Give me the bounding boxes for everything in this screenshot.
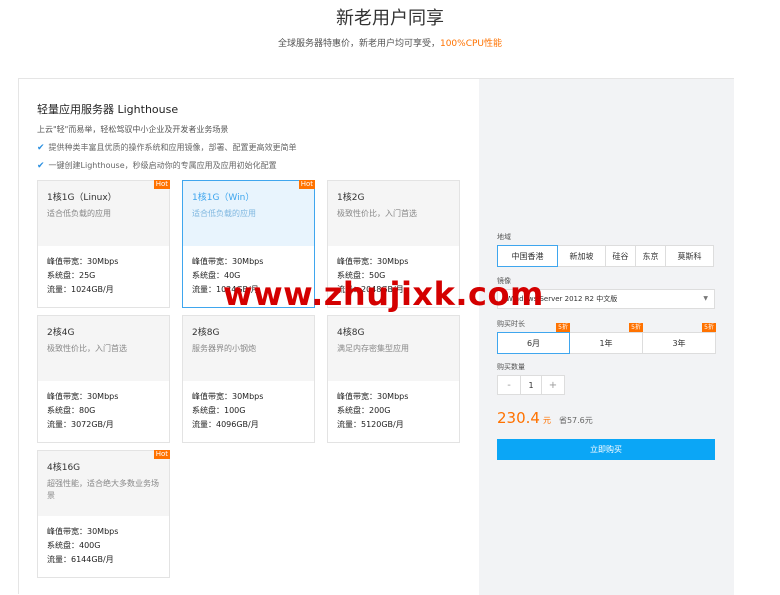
plan-card-4c16g[interactable]: 4核16G 超强性能，适合绝大多数业务场景 Hot 峰值带宽：30Mbps 系统…	[37, 450, 170, 578]
product-desc: 上云"轻"而易举，轻松驾驭中小企业及开发者业务场景	[37, 125, 229, 134]
region-label: 地域	[497, 233, 511, 241]
price-value: 230.4	[497, 409, 540, 427]
watermark: www.zhujixk.com	[223, 275, 544, 313]
plan-traffic: 流量：6144GB/月	[47, 555, 114, 564]
plan-desc: 适合低负载的应用	[47, 209, 111, 218]
feature-text: 提供种类丰富且优质的操作系统和应用镜像，部署、配置更高效更简单	[48, 143, 297, 152]
plan-name: 1核1G（Linux）	[47, 193, 117, 203]
duration-label: 购买时长	[497, 320, 525, 328]
hot-badge: Hot	[153, 450, 170, 459]
plan-disk: 系统盘：25G	[47, 271, 96, 280]
plan-name: 1核1G（Win）	[192, 193, 255, 203]
chevron-down-icon: ▼	[703, 295, 708, 302]
duration-6m[interactable]: 6月 5折	[497, 323, 570, 354]
plan-name: 4核8G	[337, 328, 365, 338]
plan-desc: 极致性价比，入门首选	[47, 344, 127, 353]
plan-desc: 超强性能，适合绝大多数业务场景	[47, 479, 159, 500]
quantity-label: 购买数量	[497, 363, 525, 371]
plan-bandwidth: 峰值带宽：30Mbps	[47, 257, 119, 266]
plan-bandwidth: 峰值带宽：30Mbps	[337, 392, 409, 401]
price-save: 省57.6元	[558, 416, 593, 425]
plan-disk: 系统盘：100G	[192, 406, 246, 415]
plan-bandwidth: 峰值带宽：30Mbps	[47, 392, 119, 401]
region-moscow[interactable]: 莫斯科	[666, 245, 714, 267]
quantity-stepper: - 1 +	[497, 375, 565, 395]
discount-badge: 5折	[702, 323, 716, 332]
discount-badge: 5折	[556, 323, 570, 332]
region-tokyo[interactable]: 东京	[636, 245, 666, 267]
plan-name: 2核8G	[192, 328, 220, 338]
plan-bandwidth: 峰值带宽：30Mbps	[192, 392, 264, 401]
discount-badge: 5折	[629, 323, 643, 332]
price-row: 230.4 元 省57.6元	[497, 409, 593, 427]
duration-text: 3年	[672, 338, 686, 348]
plan-desc: 满足内存密集型应用	[337, 344, 409, 353]
plan-traffic: 流量：4096GB/月	[192, 420, 259, 429]
plan-card-2c4g[interactable]: 2核4G 极致性价比，入门首选 峰值带宽：30Mbps 系统盘：80G 流量：3…	[37, 315, 170, 443]
page-title: 新老用户同享	[336, 8, 444, 29]
duration-text: 6月	[526, 338, 541, 348]
check-icon: ✔	[37, 160, 45, 171]
feature-item: ✔ 提供种类丰富且优质的操作系统和应用镜像，部署、配置更高效更简单	[37, 142, 297, 153]
product-title: 轻量应用服务器 Lighthouse	[37, 103, 179, 116]
hot-badge: Hot	[298, 180, 315, 189]
plan-name: 2核4G	[47, 328, 75, 338]
plan-traffic: 流量：1024GB/月	[47, 285, 114, 294]
plan-traffic: 流量：5120GB/月	[337, 420, 404, 429]
plan-desc: 极致性价比，入门首选	[337, 209, 417, 218]
region-singapore[interactable]: 新加坡	[558, 245, 606, 267]
plan-disk: 系统盘：400G	[47, 541, 101, 550]
subtitle-text: 全球服务器特惠价，新老用户均可享受，	[277, 39, 440, 49]
config-panel: 地域 中国香港 新加坡 硅谷 东京 莫斯科 镜像 Windows Server …	[479, 79, 734, 595]
plan-disk: 系统盘：200G	[337, 406, 391, 415]
feature-text: 一键创建Lighthouse，秒级启动你的专属应用及应用初始化配置	[48, 161, 277, 170]
region-selector: 中国香港 新加坡 硅谷 东京 莫斯科	[497, 245, 714, 267]
price-unit: 元	[542, 416, 551, 425]
product-panel: 轻量应用服务器 Lighthouse 上云"轻"而易举，轻松驾驭中小企业及开发者…	[18, 78, 734, 595]
plan-card-1c1g-linux[interactable]: 1核1G（Linux） 适合低负载的应用 Hot 峰值带宽：30Mbps 系统盘…	[37, 180, 170, 308]
region-silicon-valley[interactable]: 硅谷	[606, 245, 636, 267]
plan-name: 1核2G	[337, 193, 365, 203]
quantity-input[interactable]: 1	[520, 376, 542, 394]
plan-traffic: 流量：3072GB/月	[47, 420, 114, 429]
plan-desc: 服务器界的小钢炮	[192, 344, 256, 353]
buy-now-button[interactable]: 立即购买	[497, 439, 715, 460]
plan-desc: 适合低负载的应用	[192, 209, 256, 218]
plan-name: 4核16G	[47, 463, 81, 473]
hot-badge: Hot	[153, 180, 170, 189]
plan-disk: 系统盘：80G	[47, 406, 96, 415]
plan-card-4c8g[interactable]: 4核8G 满足内存密集型应用 峰值带宽：30Mbps 系统盘：200G 流量：5…	[327, 315, 460, 443]
region-hongkong[interactable]: 中国香港	[497, 245, 558, 267]
duration-selector: 6月 5折 1年 5折 3年 5折	[497, 323, 716, 354]
duration-1y[interactable]: 1年 5折	[570, 323, 643, 354]
plan-bandwidth: 峰值带宽：30Mbps	[192, 257, 264, 266]
page-subtitle: 全球服务器特惠价，新老用户均可享受，100%CPU性能	[0, 36, 780, 49]
plan-card-2c8g[interactable]: 2核8G 服务器界的小钢炮 峰值带宽：30Mbps 系统盘：100G 流量：40…	[182, 315, 315, 443]
check-icon: ✔	[37, 142, 45, 153]
minus-button[interactable]: -	[498, 376, 520, 394]
plan-bandwidth: 峰值带宽：30Mbps	[47, 527, 119, 536]
subtitle-highlight: 100%CPU性能	[439, 39, 503, 49]
plan-bandwidth: 峰值带宽：30Mbps	[337, 257, 409, 266]
duration-text: 1年	[599, 338, 613, 348]
feature-item: ✔ 一键创建Lighthouse，秒级启动你的专属应用及应用初始化配置	[37, 160, 277, 171]
plus-button[interactable]: +	[542, 376, 564, 394]
duration-3y[interactable]: 3年 5折	[643, 323, 716, 354]
